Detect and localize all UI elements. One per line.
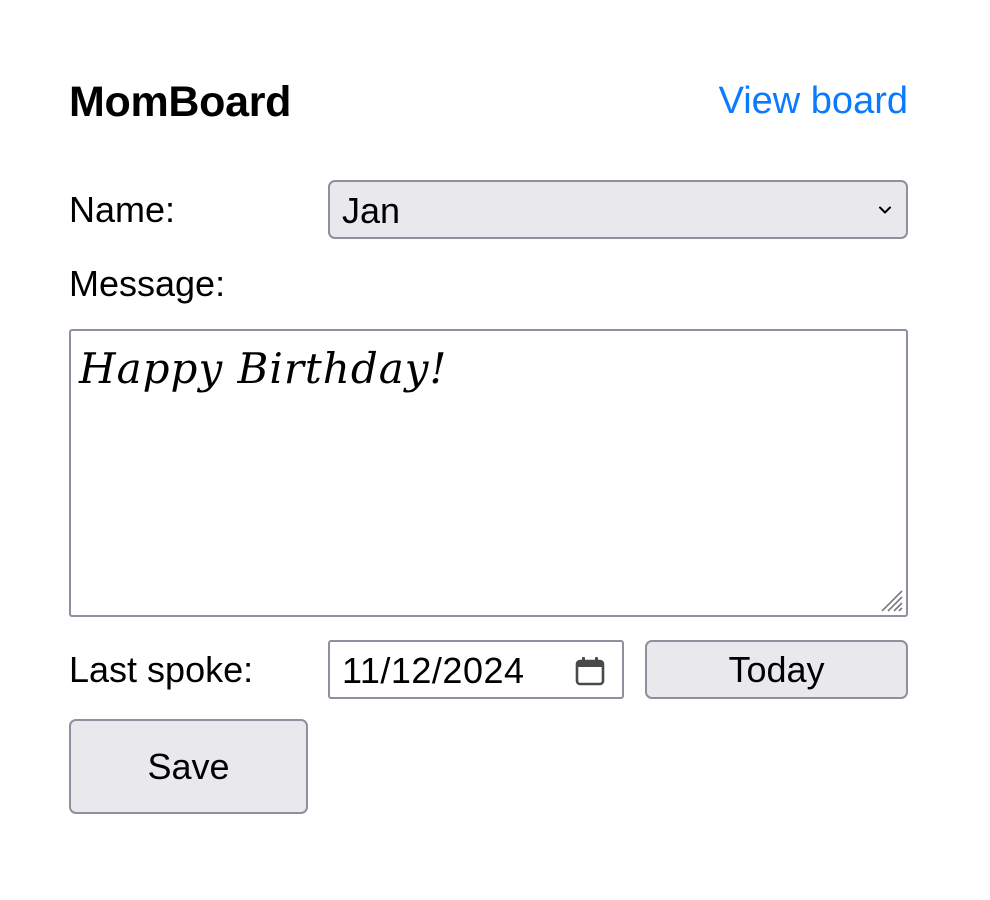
last-spoke-date-value: 11/12/2024 [342,650,525,691]
last-spoke-label: Last spoke: [69,649,254,690]
header: MomBoard View board [69,72,908,132]
message-text: Happy Birthday! [79,344,448,393]
message-label: Message: [69,263,226,304]
name-label: Name: [69,189,176,230]
last-spoke-row: Last spoke: 11/12/2024 Today [69,640,908,699]
view-board-link[interactable]: View board [719,78,908,124]
name-select-value: Jan [342,190,401,231]
message-textarea[interactable]: Happy Birthday! [69,329,908,617]
name-row: Name: Jan [69,180,908,239]
save-button[interactable]: Save [69,719,308,814]
calendar-icon[interactable] [574,655,606,687]
chevron-down-icon [879,206,891,214]
resize-grip-icon[interactable] [878,587,904,613]
app-title: MomBoard [69,78,292,126]
last-spoke-date-input[interactable]: 11/12/2024 [328,640,624,699]
today-button[interactable]: Today [645,640,908,699]
momboard-form: MomBoard View board Name: Jan Message: H… [69,72,908,814]
name-select[interactable]: Jan [328,180,908,239]
